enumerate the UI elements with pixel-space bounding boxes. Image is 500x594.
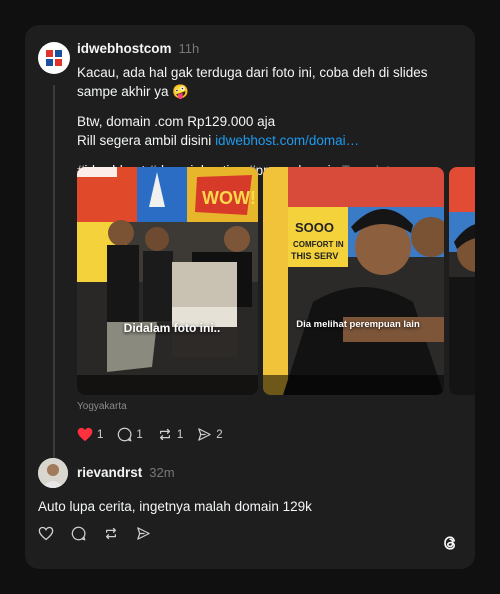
slide-2-caption: Dia melihat perempuan lain	[296, 319, 420, 330]
reply-username[interactable]: rievandrst	[77, 465, 142, 480]
post-link[interactable]: idwebhost.com/domai…	[215, 133, 359, 148]
reply-header: rievandrst 32m	[77, 465, 175, 480]
reply-like-button[interactable]	[38, 526, 54, 541]
image-carousel[interactable]: WOW! Didalam foto ini.. SOOO COMFORT IN …	[77, 167, 475, 395]
comment-button[interactable]: 1	[117, 427, 143, 442]
share-button[interactable]: 2	[197, 427, 223, 442]
comment-icon	[118, 427, 132, 442]
slide-2-footer	[263, 375, 444, 395]
svg-text:WOW!: WOW!	[202, 188, 256, 208]
slide-3-photo	[449, 167, 475, 395]
slide-1-caption: Didalam foto ini..	[123, 321, 221, 335]
comment-count: 1	[136, 428, 143, 441]
post-text-line: Rill segera ambil disini	[77, 133, 216, 148]
idwebhost-logo-icon	[46, 50, 62, 66]
repost-count: 1	[176, 428, 184, 441]
slide-1-photo: WOW!	[77, 167, 258, 395]
reply-timestamp: 32m	[149, 465, 175, 480]
avatar[interactable]	[38, 42, 70, 74]
svg-text:SOOO: SOOO	[295, 220, 334, 235]
thread-card: idwebhostcom 11h Kacau, ada hal gak terd…	[25, 25, 475, 569]
post-timestamp: 11h	[178, 41, 200, 56]
svg-text:THIS SERV: THIS SERV	[291, 251, 338, 261]
threads-logo-icon[interactable]	[440, 533, 460, 553]
comment-icon	[71, 526, 86, 541]
reply-share-button[interactable]	[136, 526, 151, 541]
reply-comment-button[interactable]	[71, 526, 86, 541]
reply-repost-button[interactable]	[103, 526, 119, 541]
thread-line	[53, 85, 55, 473]
like-button[interactable]: 1	[77, 427, 103, 442]
carousel-slide-2[interactable]: SOOO COMFORT IN THIS SERV Dia melihat pe…	[263, 167, 444, 395]
svg-text:COMFORT IN: COMFORT IN	[293, 240, 344, 249]
heart-icon	[38, 526, 54, 541]
share-count: 2	[216, 428, 223, 441]
repost-button[interactable]: 1	[157, 427, 183, 442]
reply-actions	[38, 526, 151, 541]
repost-icon	[159, 428, 170, 441]
slide-1-footer	[77, 375, 258, 395]
post: idwebhostcom 11h Kacau, ada hal gak terd…	[77, 41, 465, 180]
slide-2-photo: SOOO COMFORT IN THIS SERV	[263, 167, 444, 395]
post-text-line: Kacau, ada hal gak terduga dari foto ini…	[77, 65, 428, 99]
post-location[interactable]: Yogyakarta	[77, 401, 127, 412]
send-icon	[198, 428, 211, 441]
carousel-slide-3[interactable]	[449, 167, 475, 395]
reply-avatar[interactable]	[38, 458, 68, 488]
reply-avatar-photo	[38, 458, 68, 488]
send-icon	[137, 527, 150, 540]
heart-filled-icon	[77, 427, 93, 442]
threads-logo-icon	[444, 536, 456, 550]
carousel-slide-1[interactable]: WOW! Didalam foto ini..	[77, 167, 258, 395]
post-actions: 1 1 1 2	[77, 427, 223, 442]
reply-text: Auto lupa cerita, ingetnya malah domain …	[38, 499, 312, 514]
repost-icon	[106, 527, 116, 540]
like-count: 1	[97, 428, 104, 441]
post-username[interactable]: idwebhostcom	[77, 41, 172, 56]
post-text-line: Btw, domain .com Rp129.000 aja	[77, 114, 276, 129]
